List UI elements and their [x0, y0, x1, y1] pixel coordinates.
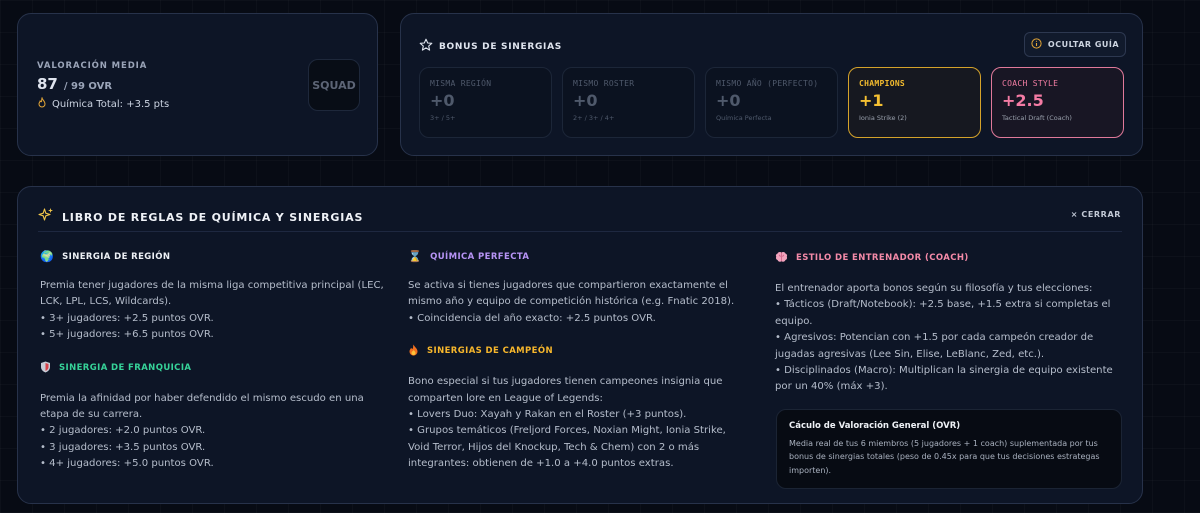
section-coach-style: ESTILO DE ENTRENADOR (COACH) El entrenad…: [775, 251, 1120, 396]
rulebook-title: LIBRO DE REGLAS DE QUÍMICA Y SINERGIAS: [62, 210, 364, 224]
rating-label: VALORACIÓN MEDIA: [37, 61, 148, 71]
star-outline-icon: [419, 37, 433, 56]
section-title-text: ESTILO DE ENTRENADOR (COACH): [796, 253, 969, 263]
section-body: Premia la afinidad por haber defendido e…: [40, 392, 364, 470]
bonus-champions: CHAMPIONS +1 Ionia Strike (2): [848, 67, 981, 138]
bonus-title: MISMA REGIÓN: [430, 79, 492, 88]
synergy-title-text: BONUS DE SINERGIAS: [439, 41, 562, 52]
section-franchise: SINERGIA DE FRANQUICIA Premia la afinida…: [40, 361, 385, 473]
ovr-title: Cáculo de Valoración General (OVR): [789, 420, 961, 431]
chemistry-total-text: Química Total: +3.5 pts: [52, 98, 170, 110]
bonus-title: CHAMPIONS: [859, 79, 906, 88]
bonus-value: +2.5: [1002, 91, 1044, 110]
rules-column-1: 🌍 SINERGIA DE REGIÓN Premia tener jugado…: [40, 251, 385, 473]
bonus-title: MISMO ROSTER: [573, 79, 635, 88]
hide-guide-button[interactable]: OCULTAR GUÍA: [1024, 32, 1126, 57]
section-title: ⌛ QUÍMICA PERFECTA: [408, 251, 748, 262]
hide-guide-label: OCULTAR GUÍA: [1047, 40, 1120, 49]
section-title-text: SINERGIA DE FRANQUICIA: [59, 362, 192, 373]
section-title: ESTILO DE ENTRENADOR (COACH): [775, 251, 1120, 265]
rating-value: 87 / 99 OVR: [37, 75, 112, 93]
rating-number: 87: [37, 75, 58, 93]
rating-card: VALORACIÓN MEDIA 87 / 99 OVR Química Tot…: [17, 13, 378, 156]
fire-icon: [408, 344, 419, 358]
section-body: Bono especial si tus jugadores tienen ca…: [408, 376, 726, 470]
section-title: SINERGIA DE FRANQUICIA: [40, 361, 385, 375]
section-body: Premia tener jugadores de la misma liga …: [40, 280, 384, 341]
rules-column-3: ESTILO DE ENTRENADOR (COACH) El entrenad…: [775, 251, 1122, 489]
bonus-row: MISMA REGIÓN +0 3+ / 5+ MISMO ROSTER +0 …: [419, 67, 1124, 138]
bonus-title: COACH STYLE: [1002, 79, 1059, 88]
section-title: 🌍 SINERGIA DE REGIÓN: [40, 251, 385, 262]
bonus-value: +0: [716, 91, 741, 110]
shield-icon: [40, 361, 51, 375]
section-champion-synergies: SINERGIAS DE CAMPEÓN Bono especial si tu…: [408, 344, 748, 472]
bonus-sub: Química Perfecta: [716, 114, 772, 122]
squad-badge: SQUAD: [308, 59, 360, 111]
synergy-bonus-card: BONUS DE SINERGIAS OCULTAR GUÍA MISMA RE…: [400, 13, 1143, 156]
bonus-value: +0: [430, 91, 455, 110]
section-title-text: SINERGIA DE REGIÓN: [62, 251, 171, 262]
sparkles-icon: [38, 207, 54, 227]
flame-outline-icon: [37, 96, 47, 111]
rating-max: / 99 OVR: [63, 81, 113, 92]
section-body: El entrenador aporta bonos según su filo…: [775, 283, 1113, 393]
bonus-same-roster: MISMO ROSTER +0 2+ / 3+ / 4+: [562, 67, 695, 138]
section-body: Se activa si tienes jugadores que compar…: [408, 280, 735, 324]
bonus-coach-style: COACH STYLE +2.5 Tactical Draft (Coach): [991, 67, 1124, 138]
bonus-sub: Tactical Draft (Coach): [1002, 114, 1072, 122]
rules-column-2: ⌛ QUÍMICA PERFECTA Se activa si tienes j…: [408, 251, 748, 473]
section-region: 🌍 SINERGIA DE REGIÓN Premia tener jugado…: [40, 251, 385, 344]
bonus-sub: 2+ / 3+ / 4+: [573, 114, 615, 122]
bonus-sub: Ionia Strike (2): [859, 114, 907, 122]
bonus-value: +0: [573, 91, 598, 110]
section-perfect-chemistry: ⌛ QUÍMICA PERFECTA Se activa si tienes j…: [408, 251, 748, 327]
close-button[interactable]: × CERRAR: [1071, 210, 1121, 219]
brain-icon: [775, 251, 788, 265]
bonus-sub: 3+ / 5+: [430, 114, 456, 122]
chemistry-total: Química Total: +3.5 pts: [37, 96, 170, 111]
bonus-same-year: MISMO AÑO (PERFECTO) +0 Química Perfecta: [705, 67, 838, 138]
section-title-text: QUÍMICA PERFECTA: [430, 251, 530, 262]
divider: [38, 231, 1122, 232]
globe-icon: 🌍: [40, 250, 55, 263]
section-title: SINERGIAS DE CAMPEÓN: [408, 344, 748, 358]
ovr-calculation-box: Cáculo de Valoración General (OVR) Media…: [776, 408, 1122, 489]
rulebook-header: LIBRO DE REGLAS DE QUÍMICA Y SINERGIAS: [38, 207, 363, 227]
ovr-body: Media real de tus 6 miembros (5 jugadore…: [789, 438, 1100, 476]
bonus-value: +1: [859, 91, 884, 110]
section-title-text: SINERGIAS DE CAMPEÓN: [427, 346, 554, 357]
bonus-title: MISMO AÑO (PERFECTO): [716, 79, 819, 88]
hourglass-icon: ⌛: [408, 250, 423, 263]
info-circle-icon: [1031, 38, 1042, 51]
synergy-title: BONUS DE SINERGIAS: [419, 37, 562, 56]
rulebook-card: LIBRO DE REGLAS DE QUÍMICA Y SINERGIAS ×…: [17, 186, 1143, 504]
bonus-same-region: MISMA REGIÓN +0 3+ / 5+: [419, 67, 552, 138]
